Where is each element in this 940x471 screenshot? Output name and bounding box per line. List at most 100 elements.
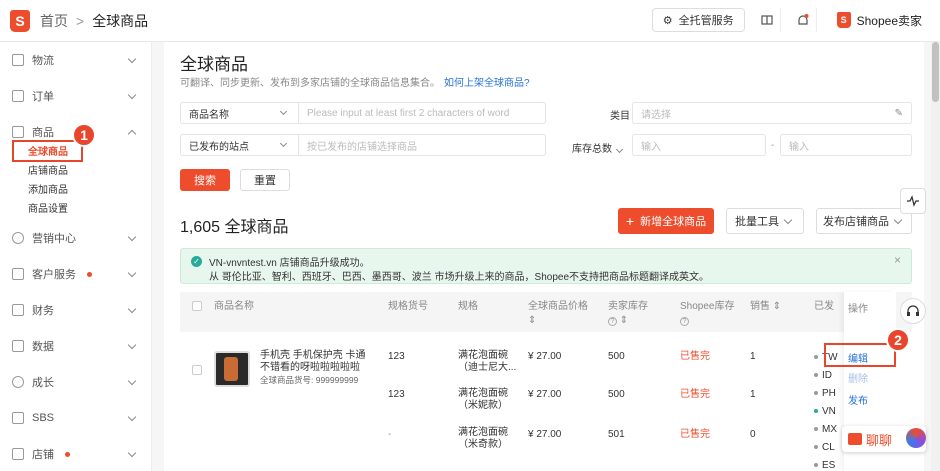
stock-cell: 501 <box>608 429 625 440</box>
site-filter: 已发布的站点 按已发布的店铺选择商品 <box>180 134 546 156</box>
nav-growth[interactable]: 成长 <box>12 364 139 400</box>
bag-icon <box>12 126 24 138</box>
notification-dot <box>65 451 70 457</box>
chevron-down-icon <box>127 340 137 349</box>
activity-monitor-icon[interactable] <box>900 188 926 214</box>
site-shop-select[interactable]: 按已发布的店铺选择商品 <box>299 138 545 153</box>
chat-bubble-icon <box>848 433 862 445</box>
highlight-box-2 <box>824 343 896 367</box>
step-badge-1: 1 <box>72 123 96 147</box>
site-tag: ID <box>814 370 832 381</box>
publish-link[interactable]: 发布 <box>848 392 868 407</box>
stock-max-input[interactable]: 输入 <box>780 134 912 156</box>
name-type-select[interactable]: 商品名称 <box>181 103 299 123</box>
chevron-down-icon <box>127 232 137 241</box>
nav-customer-service-label: 客户服务 <box>32 269 76 281</box>
shop-name: Shopee卖家 <box>856 13 922 28</box>
site-code: VN <box>822 406 836 417</box>
managed-service-label: 全托管服务 <box>678 15 734 27</box>
sku-cell: 123 <box>388 389 405 400</box>
stock-min-input[interactable]: 输入 <box>632 134 766 156</box>
nav-finance[interactable]: 财务 <box>12 292 139 328</box>
breadcrumb-current: 全球商品 <box>92 12 149 29</box>
stock-label[interactable]: 库存总数 <box>572 140 626 155</box>
nav-logistics[interactable]: 物流 <box>12 42 139 78</box>
stock-cell: 500 <box>608 389 625 400</box>
chevron-down-icon <box>615 145 623 154</box>
filter-card: 全球商品 可翻译、同步更新、发布到多家店铺的全球商品信息集合。 如何上架全球商品?… <box>164 42 924 202</box>
chevron-down-icon <box>279 139 288 148</box>
add-global-product-button[interactable]: + 新增全球商品 <box>618 208 714 234</box>
page-description: 可翻译、同步更新、发布到多家店铺的全球商品信息集合。 如何上架全球商品? <box>180 74 530 89</box>
col-sku-code: 规格货号 <box>388 301 428 312</box>
delete-link[interactable]: 删除 <box>848 370 868 385</box>
scrollbar-thumb[interactable] <box>932 42 939 102</box>
category-select[interactable]: 请选择 ✎ <box>632 102 912 124</box>
nav-customer-service[interactable]: 客户服务 <box>12 256 139 292</box>
site-code: PH <box>822 388 836 399</box>
shop-account[interactable]: S Shopee卖家 <box>827 12 922 29</box>
sort-icon: ⇕ <box>528 315 537 326</box>
col-sales[interactable]: 销售 ⇕ <box>750 300 781 314</box>
help-icon[interactable]: ? <box>680 317 689 326</box>
col-sales-label: 销售 <box>750 301 770 312</box>
help-icon[interactable]: ? <box>608 317 617 326</box>
add-global-product-label: 新增全球商品 <box>640 216 707 228</box>
shopee-stock-cell: 已售完 <box>680 351 710 362</box>
nav-sbs[interactable]: SBS <box>12 400 139 436</box>
nav-orders-label: 订单 <box>32 91 54 103</box>
site-status-dot <box>814 391 818 396</box>
bell-icon[interactable] <box>791 8 817 32</box>
chevron-down-icon <box>127 90 137 99</box>
nav-data[interactable]: 数据 <box>12 328 139 364</box>
sales-cell: 0 <box>750 429 756 440</box>
sidebar-item-add-product[interactable]: 添加商品 <box>0 179 151 198</box>
ai-assistant-icon[interactable] <box>906 428 926 448</box>
help-link[interactable]: 如何上架全球商品? <box>444 78 530 89</box>
headset-support-icon[interactable] <box>900 298 926 324</box>
stock-label-text: 库存总数 <box>572 144 612 155</box>
batch-tools-dropdown[interactable]: 批量工具 <box>726 208 804 234</box>
breadcrumb-separator: > <box>76 12 85 29</box>
nav-marketing[interactable]: 营销中心 <box>12 220 139 256</box>
table-row: 手机壳 手机保护壳 卡通 不错看的呀啦啦啦啦啦 全球商品货号: 99999999… <box>180 332 912 471</box>
site-select[interactable]: 已发布的站点 <box>181 135 299 155</box>
page-scrollbar[interactable] <box>931 42 940 471</box>
price-cell: ¥ 27.00 <box>528 389 562 400</box>
name-search-input[interactable]: Please input at least first 2 characters… <box>299 108 545 119</box>
shopee-logo[interactable]: S <box>10 9 30 32</box>
managed-service-button[interactable]: ⚙ 全托管服务 <box>651 8 745 32</box>
nav-shop[interactable]: 店铺 <box>12 436 139 471</box>
chevron-up-icon <box>127 129 137 138</box>
nav-products-label: 商品 <box>32 127 54 139</box>
site-tag: CL <box>814 442 835 453</box>
site-tag: MX <box>814 424 837 435</box>
col-shopee-stock: Shopee库存? <box>680 300 734 328</box>
sidebar-item-product-settings[interactable]: 商品设置 <box>0 198 151 217</box>
category-label: 类目 <box>610 111 630 122</box>
reset-button[interactable]: 重置 <box>240 169 290 191</box>
warehouse-icon <box>12 412 24 424</box>
publish-shop-product-dropdown[interactable]: 发布店铺商品 <box>816 208 912 234</box>
site-status-dot <box>814 409 818 414</box>
alert-line-1: VN-vnvntest.vn 店铺商品升级成功。 <box>209 258 370 269</box>
book-icon[interactable] <box>755 8 781 32</box>
col-product-name: 商品名称 <box>214 301 254 312</box>
search-button[interactable]: 搜索 <box>180 169 230 191</box>
select-all-checkbox[interactable] <box>192 301 202 311</box>
col-price[interactable]: 全球商品价格 ⇕ <box>528 300 588 328</box>
breadcrumb-home[interactable]: 首页 <box>40 11 68 31</box>
product-name[interactable]: 手机壳 手机保护壳 卡通 不错看的呀啦啦啦啦啦 <box>260 350 378 374</box>
chevron-down-icon <box>127 268 137 277</box>
shop-logo-icon: S <box>836 12 851 28</box>
store-icon <box>12 448 24 460</box>
close-icon[interactable]: × <box>894 253 901 267</box>
site-select-label: 已发布的站点 <box>189 141 249 153</box>
category-placeholder: 请选择 <box>641 109 671 121</box>
batch-tools-label: 批量工具 <box>735 216 779 228</box>
product-thumbnail[interactable] <box>214 351 250 387</box>
row-checkbox[interactable] <box>192 365 202 375</box>
sidebar-item-shop-products[interactable]: 店铺商品 <box>0 160 151 179</box>
nav-orders[interactable]: 订单 <box>12 78 139 114</box>
sort-icon[interactable]: ⇕ <box>620 315 628 326</box>
